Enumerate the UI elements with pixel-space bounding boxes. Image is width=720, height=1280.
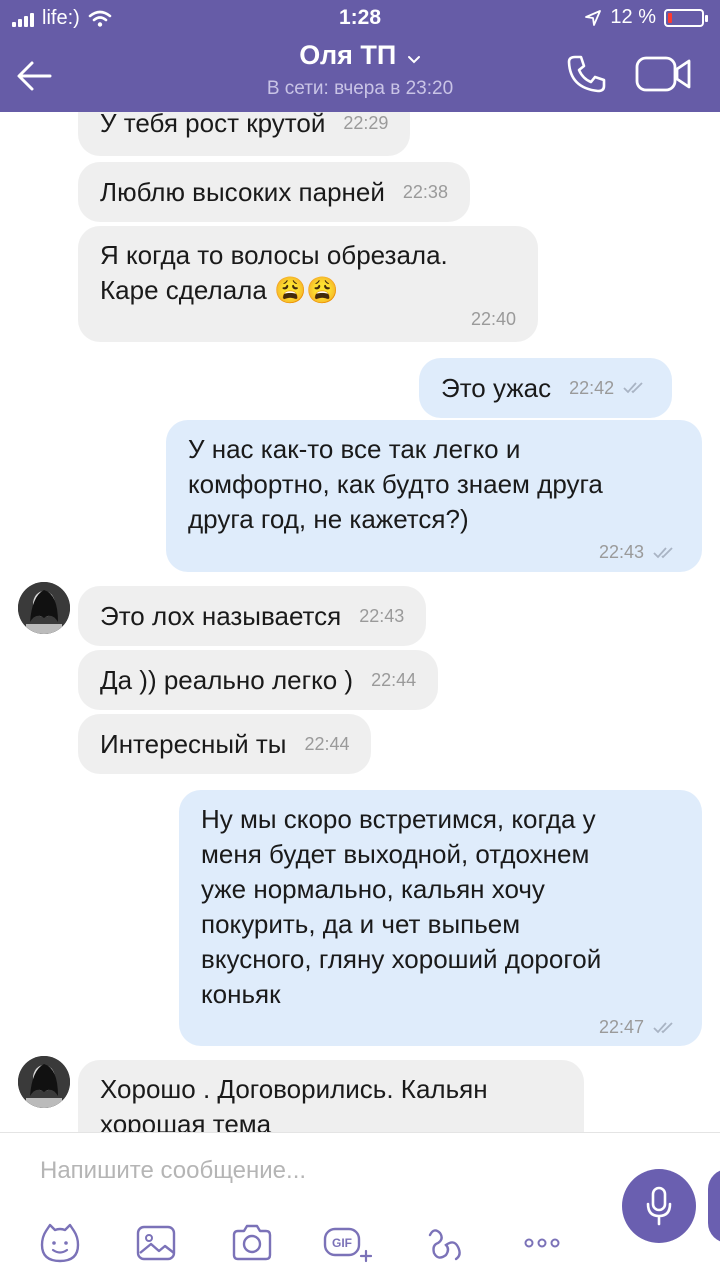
message-time: 22:29 (343, 112, 389, 133)
message-text: Это лох называется (100, 600, 342, 631)
message-text: Люблю высоких парней (100, 176, 385, 207)
message-time: 22:47 (598, 1017, 644, 1037)
battery-level (668, 12, 672, 23)
message-composer: Напишите сообщение... GIF (0, 1132, 720, 1280)
message-text: Да )) реально легко ) (100, 664, 354, 695)
chat-title: Оля ТП (299, 40, 397, 70)
read-checkmarks-icon (623, 382, 643, 394)
message-time: 22:44 (304, 733, 350, 754)
gif-icon[interactable]: GIF (322, 1221, 372, 1265)
message-text: Ну мы скоро встретимся, когда у меня буд… (201, 804, 602, 1009)
last-seen-status: В сети: вчера в 23:20 (266, 78, 454, 99)
message-text: Я когда то волосы обрезала. Каре сделала… (100, 238, 516, 308)
battery-percent: 12 % (610, 6, 656, 28)
message-bubble-incoming[interactable]: Это лох называется 22:43 (78, 586, 427, 646)
message-list[interactable]: У тебя рост крутой 22:29 Люблю высоких п… (0, 112, 720, 1132)
message-bubble-outgoing[interactable]: Это ужас 22:42 (419, 358, 673, 418)
voice-message-button[interactable] (622, 1169, 696, 1243)
chevron-down-icon (407, 55, 420, 64)
microphone-icon (646, 1186, 672, 1226)
message-time: 22:40 (470, 309, 516, 329)
message-time: 22:38 (402, 181, 448, 202)
message-bubble-incoming[interactable]: Интересный ты 22:44 (78, 714, 372, 774)
message-time: 22:43 (598, 542, 644, 562)
message-bubble-incoming[interactable]: Хорошо . Договорились. Кальян хорошая те… (78, 1060, 584, 1132)
gallery-icon[interactable] (134, 1221, 178, 1265)
more-icon[interactable] (520, 1221, 564, 1265)
read-checkmarks-icon (653, 1021, 673, 1033)
message-bubble-incoming[interactable]: Я когда то волосы обрезала. Каре сделала… (78, 226, 538, 342)
message-bubble-outgoing[interactable]: У нас как-то все так легко и комфортно, … (166, 420, 702, 572)
message-bubble-outgoing[interactable]: Ну мы скоро встретимся, когда у меня буд… (179, 790, 702, 1046)
phone-call-button[interactable] (564, 52, 608, 96)
message-text: Хорошо . Договорились. Кальян хорошая те… (100, 1074, 488, 1132)
chat-title-button[interactable]: Оля ТП (0, 40, 720, 71)
contact-avatar[interactable] (18, 582, 70, 634)
camera-icon[interactable] (230, 1221, 274, 1265)
message-bubble-incoming[interactable]: Люблю высоких парней 22:38 (78, 162, 470, 222)
doodle-icon[interactable] (424, 1221, 468, 1265)
message-text: У нас как-то все так легко и комфортно, … (188, 434, 603, 534)
status-right: 12 % (584, 6, 708, 29)
message-time: 22:44 (371, 669, 417, 690)
message-text: У тебя рост крутой (100, 112, 326, 138)
svg-text:GIF: GIF (332, 1236, 352, 1250)
read-checkmarks-icon (653, 546, 673, 558)
video-call-button[interactable] (634, 54, 694, 94)
sticker-icon[interactable] (38, 1221, 82, 1265)
message-bubble-incoming[interactable]: У тебя рост крутой 22:29 (78, 112, 411, 156)
battery-icon (664, 8, 708, 27)
avatar-photo-icon (18, 1056, 70, 1108)
message-text: Это ужас (441, 372, 552, 403)
weary-face-emoji: 😩😩 (274, 275, 339, 305)
chat-header: life:) 1:28 12 % Оля ТП В сети: вчера в … (0, 0, 720, 112)
contact-avatar[interactable] (18, 1056, 70, 1108)
location-arrow-icon (585, 9, 602, 26)
status-bar: life:) 1:28 12 % (0, 0, 720, 36)
message-bubble-incoming[interactable]: Да )) реально легко ) 22:44 (78, 650, 439, 710)
send-panel-edge (708, 1169, 720, 1243)
message-time: 22:43 (359, 605, 405, 626)
message-input[interactable]: Напишите сообщение... (40, 1157, 306, 1185)
message-text: Интересный ты (100, 728, 287, 759)
avatar-photo-icon (18, 582, 70, 634)
message-time: 22:42 (569, 377, 615, 398)
